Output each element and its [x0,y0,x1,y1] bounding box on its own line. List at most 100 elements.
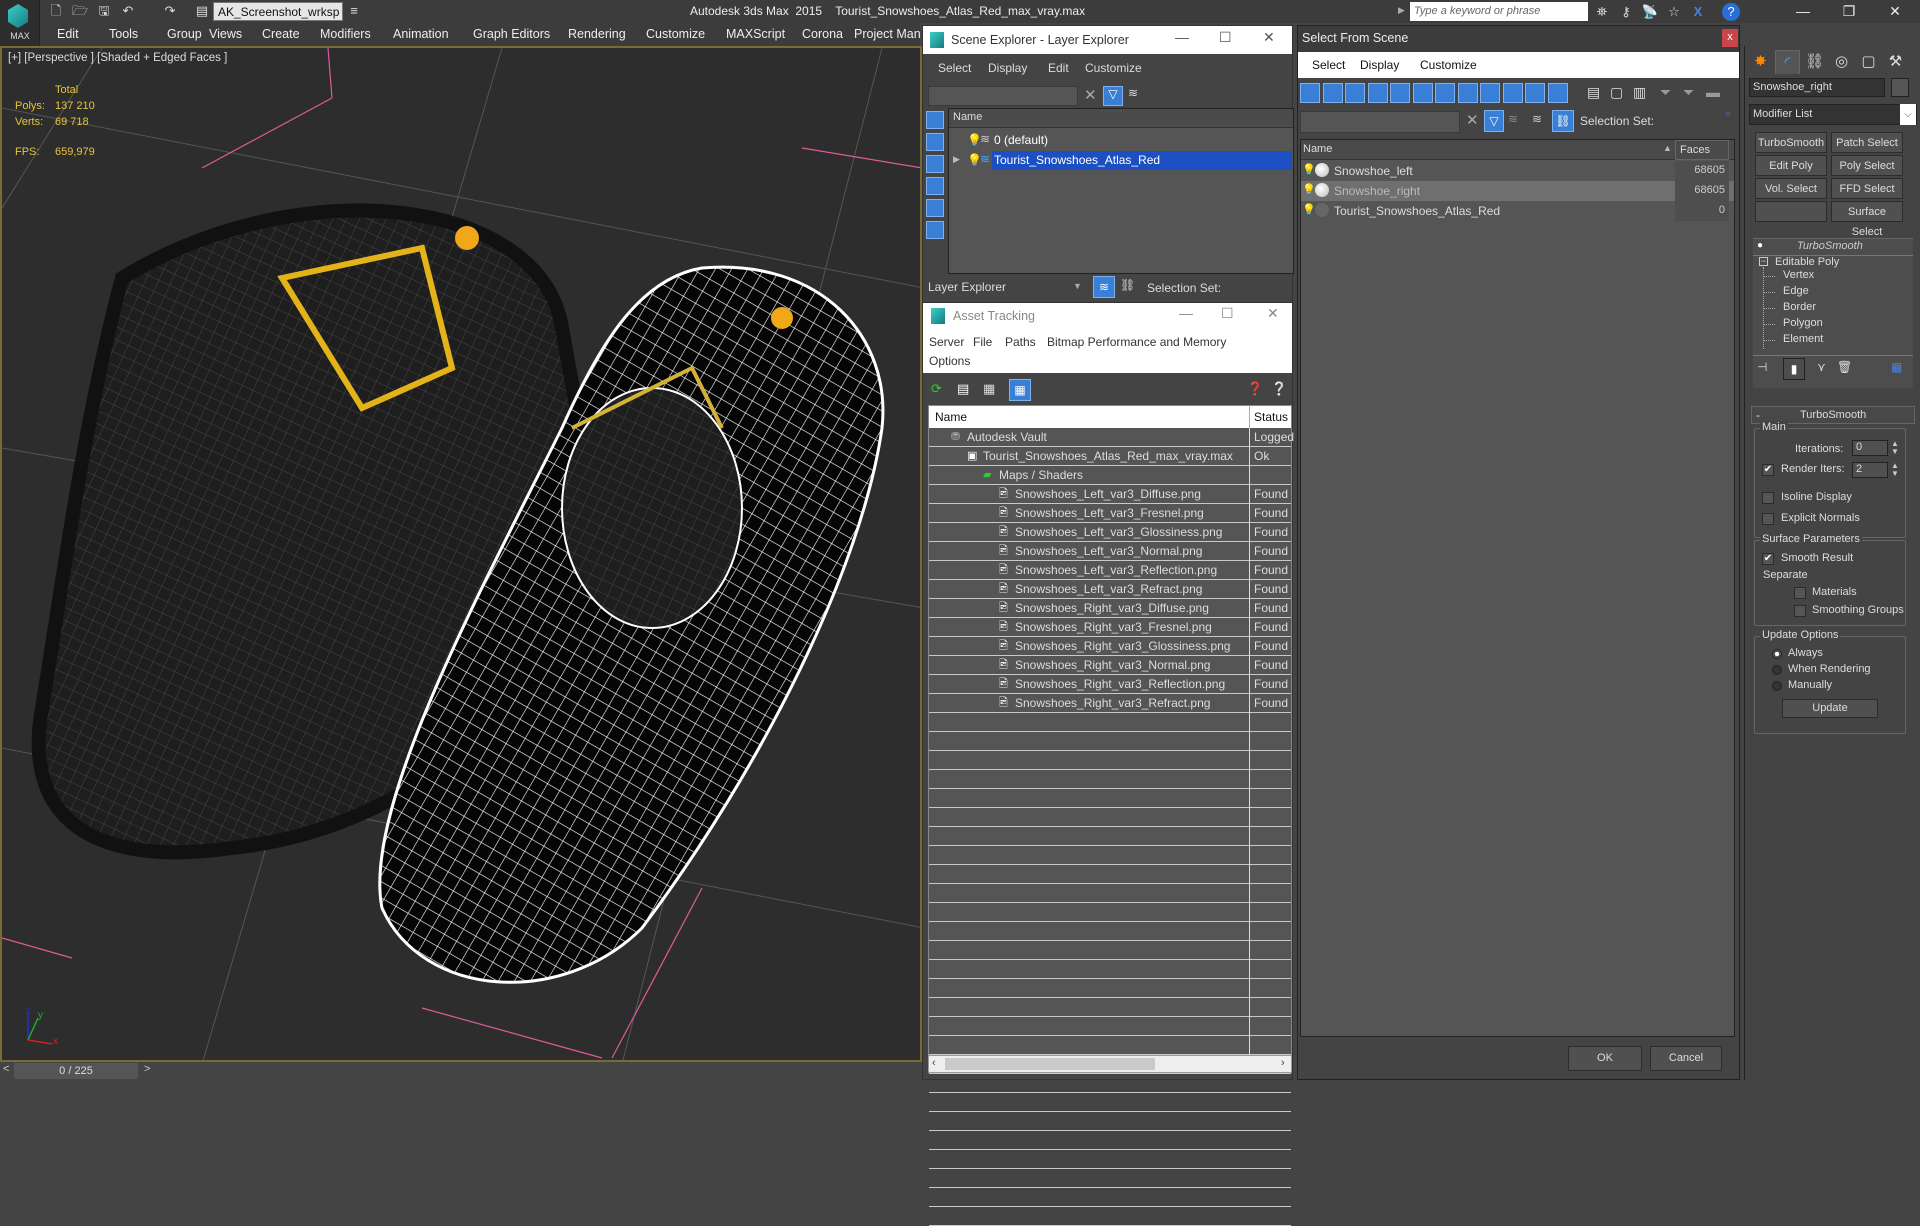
subobject-element[interactable]: Element [1783,333,1823,345]
menu-modifiers[interactable]: Modifiers [320,27,371,41]
light-bulb-icon[interactable]: 💡 [1302,163,1316,176]
helpers-filter-icon[interactable] [1390,83,1410,103]
shapes-filter-icon[interactable] [926,133,944,151]
asset-row[interactable]: ▰ Maps / Shaders [929,466,1291,485]
asset-row[interactable]: 🖻 Snowshoes_Left_var3_Normal.png Found [929,542,1291,561]
help-icon[interactable]: ? [1722,3,1740,21]
helpers-filter-icon[interactable] [926,199,944,217]
timeline-prev-button[interactable]: < [3,1063,9,1075]
status-column-header[interactable]: Status [1254,410,1288,424]
materials-checkbox[interactable] [1794,587,1806,599]
asset-row[interactable]: 🖻 Snowshoes_Left_var3_Diffuse.png Found [929,485,1291,504]
table-view-icon[interactable]: ▦ [1009,379,1031,401]
menu-edit[interactable]: Edit [1048,61,1069,75]
undo-icon[interactable]: ↶ [120,3,136,19]
modifier-button-edit-poly[interactable]: Edit Poly [1755,155,1827,176]
lights-filter-icon[interactable] [926,155,944,173]
menu-project-man[interactable]: Project Man [854,27,921,41]
minimize-button[interactable]: — [1175,29,1189,45]
modifier-button-vol-select[interactable]: Vol. Select [1755,178,1827,199]
scene-explorer-search-input[interactable] [928,86,1078,106]
explorer-mode-dropdown[interactable]: Layer Explorer [925,276,1085,299]
help-icon[interactable]: ❔ [1271,381,1287,397]
exchange-icon[interactable]: X [1688,3,1708,21]
name-column-header[interactable]: Name [935,410,967,424]
asset-row[interactable]: 🖻 Snowshoes_Right_var3_Diffuse.png Found [929,599,1291,618]
motion-tab-icon[interactable]: ◎ [1829,50,1854,74]
name-column-header[interactable]: Name [1303,143,1332,155]
menu-bitmap-performance-and-memory[interactable]: Bitmap Performance and Memory [1047,335,1226,349]
render-iters-checkbox[interactable]: ✔ [1762,464,1774,476]
smooth-result-checkbox[interactable]: ✔ [1762,553,1774,565]
groups-filter-icon[interactable] [1435,83,1455,103]
object-row[interactable]: 💡 Snowshoe_left 68605 [1301,161,1734,181]
redo-icon[interactable]: ↷ [162,3,178,19]
find-input[interactable] [1300,111,1460,133]
remove-modifier-icon[interactable]: 🗑 [1837,360,1852,374]
menu-edit[interactable]: Edit [57,27,79,41]
subobject-border[interactable]: Border [1783,301,1816,313]
timeline-next-button[interactable]: > [144,1063,150,1075]
search-input[interactable]: Type a keyword or phrase [1410,2,1588,21]
asset-row[interactable]: 🖻 Snowshoes_Left_var3_Reflection.png Found [929,561,1291,580]
menu-file[interactable]: File [973,335,992,349]
faces-column-header[interactable]: Faces [1675,140,1729,160]
utilities-tab-icon[interactable]: ⚒ [1883,50,1908,74]
scroll-left-icon[interactable]: ‹ [932,1057,936,1069]
hidden-filter-icon[interactable] [1547,83,1568,103]
menu-display[interactable]: Display [1360,58,1399,72]
layers-options-icon[interactable]: ≋ [1128,86,1138,100]
modifier-button-surface-select[interactable]: Surface Select [1831,201,1903,238]
hierarchy-mode-icon[interactable]: ⛓ [1120,278,1135,292]
scroll-right-icon[interactable]: › [1281,1057,1285,1069]
update-button[interactable]: Update [1782,699,1878,718]
key-icon[interactable]: ⚷ [1616,3,1636,21]
light-bulb-icon[interactable]: 💡 [1302,203,1316,216]
clear-search-icon[interactable]: ✕ [1466,111,1479,129]
menu-maxscript[interactable]: MAXScript [726,27,785,41]
column-chooser-icon[interactable]: ▬ [1706,84,1720,100]
bones-filter-icon[interactable] [1480,83,1500,103]
configure-modifier-sets-icon[interactable]: ▦ [1891,360,1902,374]
cameras-filter-icon[interactable] [926,177,944,195]
minimize-button[interactable]: — [1780,0,1826,23]
menu-graph-editors[interactable]: Graph Editors [473,27,550,41]
update-manually-radio[interactable] [1772,681,1782,691]
frozen-filter-icon[interactable] [1525,83,1545,103]
menu-server[interactable]: Server [929,335,964,349]
iterations-spinner[interactable]: 0 [1852,440,1888,456]
xrefs-filter-icon[interactable] [1457,83,1478,103]
clear-search-icon[interactable]: ✕ [1084,86,1097,104]
asset-row[interactable]: ▣ Tourist_Snowshoes_Atlas_Red_max_vray.ma… [929,447,1291,466]
menu-display[interactable]: Display [988,61,1027,75]
filter-funnel-icon[interactable]: ⏷ [1660,84,1671,101]
cameras-filter-icon[interactable] [1367,83,1388,103]
subobject-vertex[interactable]: Vertex [1783,269,1814,281]
object-row[interactable]: 💡 Snowshoe_right 68605 [1301,181,1734,201]
list-view-icon[interactable]: ▤ [957,381,969,397]
restore-button[interactable]: ❐ [1826,0,1872,23]
spacewarps-filter-icon[interactable] [926,221,944,239]
explicit-normals-checkbox[interactable] [1762,513,1774,525]
rollout-collapse-icon[interactable]: - [1756,408,1760,422]
menu-animation[interactable]: Animation [393,27,449,41]
menu-paths[interactable]: Paths [1005,335,1036,349]
create-tab-icon[interactable]: ✸ [1748,50,1773,74]
menu-customize[interactable]: Customize [1085,61,1142,75]
modifier-button-patch-select[interactable]: Patch Select [1831,132,1903,153]
pin-stack-icon[interactable]: ⊣ [1757,360,1767,374]
object-name-field[interactable]: Snowshoe_right [1749,78,1885,97]
asset-row[interactable]: 🖻 Snowshoes_Right_var3_Normal.png Found [929,656,1291,675]
geometry-filter-icon[interactable] [926,111,944,129]
light-bulb-icon[interactable]: ● [1757,240,1763,251]
update-when-rendering-radio[interactable] [1772,665,1782,675]
scene-explorer-titlebar[interactable]: Scene Explorer - Layer Explorer — ☐ ✕ [923,26,1292,54]
save-icon[interactable]: 🖫 [96,3,112,19]
star-icon[interactable]: ☆ [1664,3,1684,21]
time-slider[interactable]: 0 / 225 [14,1063,138,1079]
menu-create[interactable]: Create [262,27,300,41]
object-color-swatch[interactable] [1891,78,1909,97]
menu-corona[interactable]: Corona [802,27,843,41]
chevron-down-icon[interactable]: ⌵ [1900,104,1916,125]
cancel-button[interactable]: Cancel [1650,1046,1722,1071]
